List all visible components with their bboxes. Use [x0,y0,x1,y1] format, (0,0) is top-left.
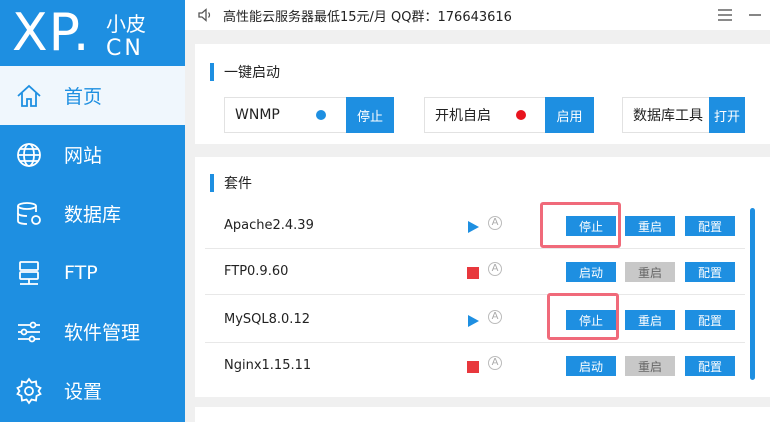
top-bar: 高性能云服务器最低15元/月 QQ群：176643616 [185,0,770,30]
table-row: Nginx1.15.11 A 启动 重启 配置 [205,343,745,389]
wnmp-stop-button[interactable]: 停止 [346,97,394,133]
autostart-icon[interactable]: A [488,262,502,276]
logo-sub-top: 小皮 [106,12,146,36]
sidebar-item-label: 网站 [64,145,103,167]
ftp-restart-button[interactable]: 重启 [625,262,675,282]
wnmp-group: WNMP 停止 [224,97,394,133]
gear-icon [14,376,44,406]
sidebar: XP. 小皮 CN 首页 网站 数据库 FTP 软件管理 设置 [0,0,185,422]
service-name: MySQL8.0.12 [224,312,310,327]
globe-icon [14,140,44,170]
sidebar-item-home[interactable]: 首页 [0,66,185,125]
highlight-apache-stop [540,202,621,248]
sliders-icon [14,317,44,347]
app-logo: XP. 小皮 CN [12,4,182,62]
suite-panel: 套件 Apache2.4.39 A 停止 重启 配置 FTP0.9.60 A 启… [195,157,770,397]
quickstart-title: 一键启动 [210,62,280,82]
stop-icon [467,264,479,279]
sidebar-item-label: 数据库 [64,204,122,226]
quickstart-panel: 一键启动 WNMP 停止 开机自启 启用 数据库工具 打开 [195,44,770,144]
stop-icon [467,358,479,373]
wnmp-status-dot [316,110,326,120]
mysql-restart-button[interactable]: 重启 [625,310,675,330]
play-icon [467,218,479,233]
apache-restart-button[interactable]: 重启 [625,216,675,236]
minimize-icon[interactable] [740,0,770,30]
ftp-icon [14,258,44,288]
section-title-text: 一键启动 [224,65,280,81]
service-name: FTP0.9.60 [224,264,289,279]
logo-sub-bottom: CN [106,36,144,61]
dbtool-label: 数据库工具 [633,108,703,124]
logo-main: XP. [12,3,91,63]
ftp-start-button[interactable]: 启动 [566,262,616,282]
bottom-panel [195,407,770,422]
sidebar-nav: 首页 网站 数据库 FTP 软件管理 设置 [0,66,185,420]
section-title-text: 套件 [224,176,252,192]
table-row: FTP0.9.60 A 启动 重启 配置 [205,249,745,295]
service-name: Nginx1.15.11 [224,358,312,373]
sidebar-item-label: 首页 [64,86,103,108]
dbtool-open-button[interactable]: 打开 [709,97,745,133]
service-name: Apache2.4.39 [224,218,314,233]
play-icon [467,312,479,327]
suite-scrollbar[interactable] [750,208,755,380]
database-icon [14,199,44,229]
nginx-start-button[interactable]: 启动 [566,356,616,376]
sidebar-item-database[interactable]: 数据库 [0,184,185,243]
autostart-icon[interactable]: A [488,216,502,230]
autostart-label: 开机自启 [435,108,491,124]
title-bar [210,174,214,192]
table-row: Apache2.4.39 A 停止 重启 配置 [205,203,745,249]
sidebar-item-settings[interactable]: 设置 [0,361,185,420]
sidebar-item-label: 设置 [64,381,103,403]
autostart-icon[interactable]: A [488,356,502,370]
dbtool-group: 数据库工具 打开 [622,97,745,133]
speaker-icon [197,7,213,23]
home-icon [14,81,44,111]
notice-text[interactable]: 高性能云服务器最低15元/月 QQ群：176643616 [223,6,512,25]
mysql-config-button[interactable]: 配置 [685,310,735,330]
title-bar [210,63,214,81]
sidebar-item-software[interactable]: 软件管理 [0,302,185,361]
menu-icon[interactable] [710,0,740,30]
table-row: MySQL8.0.12 A 停止 重启 配置 [205,297,745,343]
sidebar-item-label: FTP [64,261,98,284]
wnmp-label: WNMP [235,107,280,123]
suite-title: 套件 [210,173,252,193]
sidebar-item-ftp[interactable]: FTP [0,243,185,302]
nginx-restart-button[interactable]: 重启 [625,356,675,376]
nginx-config-button[interactable]: 配置 [685,356,735,376]
autostart-icon[interactable]: A [488,310,502,324]
autostart-status-dot [516,110,526,120]
sidebar-item-websites[interactable]: 网站 [0,125,185,184]
window-controls [710,0,770,30]
autostart-group: 开机自启 启用 [424,97,594,133]
highlight-mysql-stop [547,293,619,340]
apache-config-button[interactable]: 配置 [685,216,735,236]
autostart-enable-button[interactable]: 启用 [545,97,594,133]
ftp-config-button[interactable]: 配置 [685,262,735,282]
sidebar-item-label: 软件管理 [64,322,141,344]
